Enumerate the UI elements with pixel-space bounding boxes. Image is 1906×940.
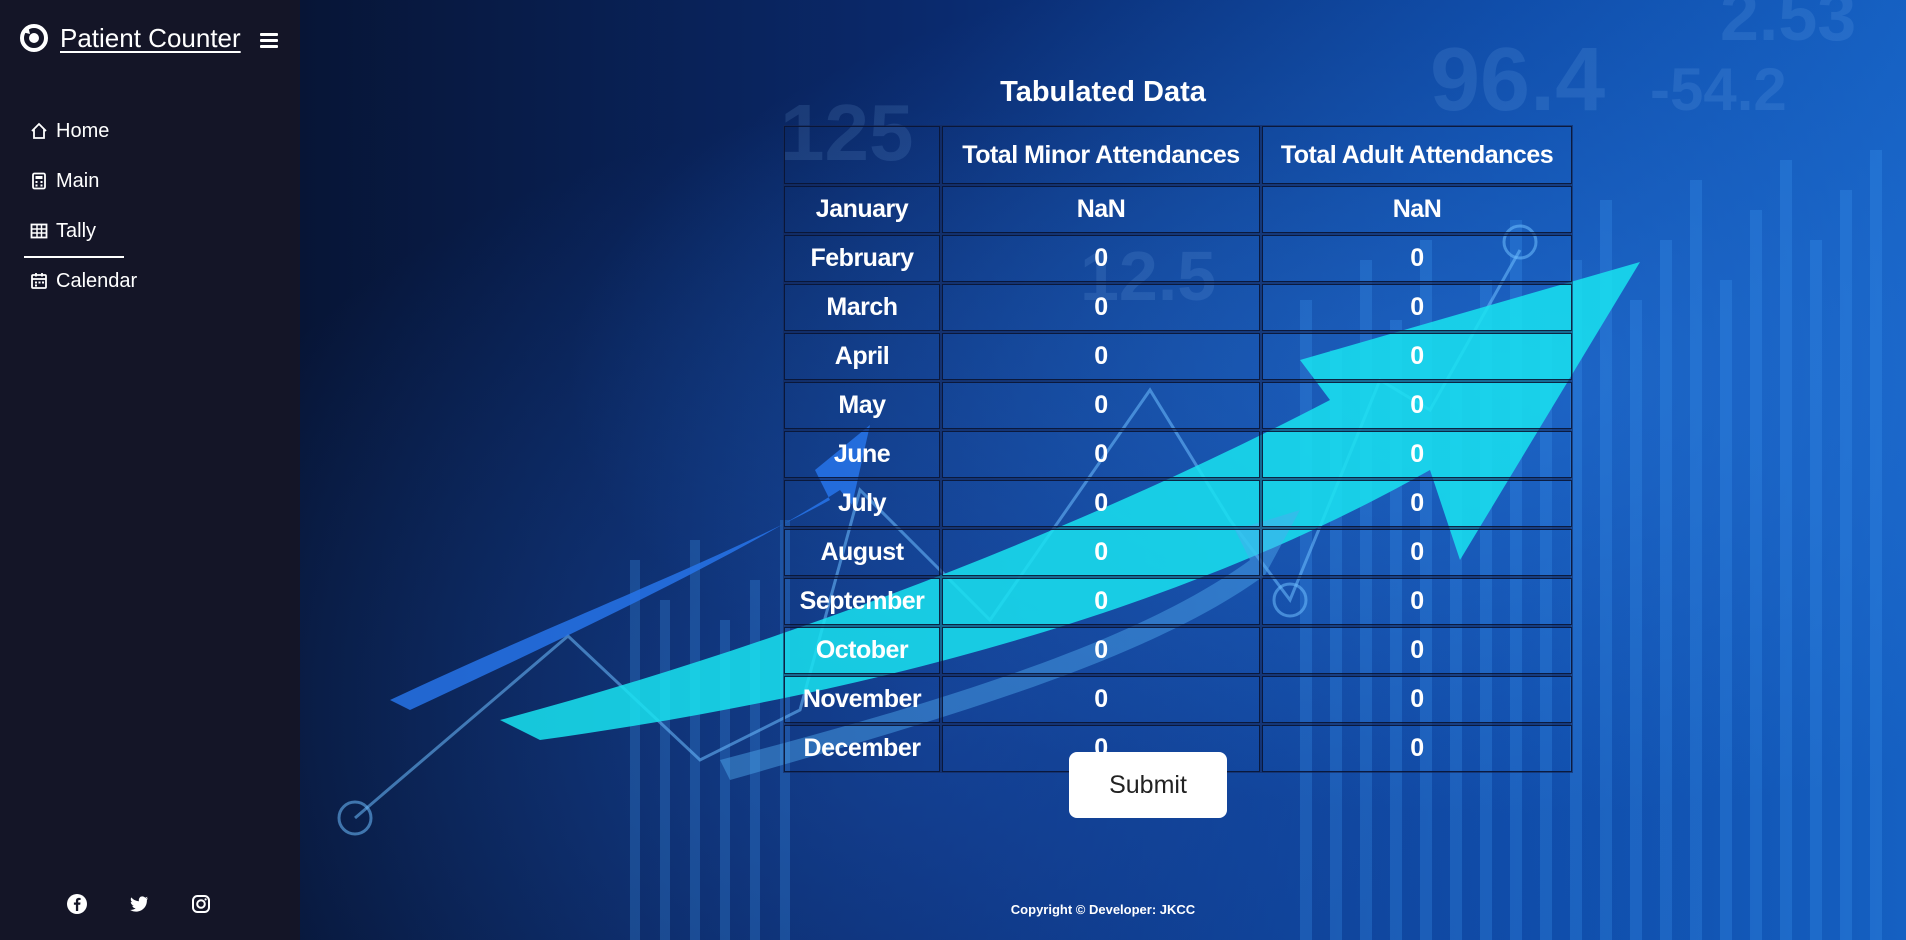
sidebar-item-main[interactable]: Main [30,156,270,206]
minor-cell: 0 [941,675,1261,724]
month-cell: May [783,381,941,430]
minor-cell: 0 [941,381,1261,430]
month-cell: February [783,234,941,283]
adult-cell: NaN [1261,185,1573,234]
sidebar-item-label: Calendar [56,269,138,292]
adult-cell: 0 [1261,332,1573,381]
sidebar-nav: Home Main Tally Calendar [24,106,270,306]
minor-cell: 0 [941,234,1261,283]
month-cell: September [783,577,941,626]
adult-cell: 0 [1261,675,1573,724]
sidebar-item-label: Main [56,169,100,192]
sidebar-item-home[interactable]: Home [30,106,270,156]
twitter-icon[interactable] [128,893,150,915]
minor-cell: 0 [941,577,1261,626]
sidebar-item-label: Tally [56,219,97,242]
table-row: July 0 0 [783,479,1573,528]
table-row: March 0 0 [783,283,1573,332]
minor-cell: 0 [941,430,1261,479]
adult-cell: 0 [1261,234,1573,283]
sidebar: Patient Counter Home Main Tally Calendar [0,0,300,940]
hamburger-menu-icon[interactable] [260,33,278,49]
table-row: June 0 0 [783,430,1573,479]
month-cell: January [783,185,941,234]
table-row: November 0 0 [783,675,1573,724]
month-cell: October [783,626,941,675]
adult-cell: 0 [1261,479,1573,528]
calculator-icon [32,172,46,190]
adult-cell: 0 [1261,626,1573,675]
minor-cell: 0 [941,626,1261,675]
adult-cell: 0 [1261,577,1573,626]
month-cell: June [783,430,941,479]
month-cell: December [783,724,941,773]
sidebar-item-calendar[interactable]: Calendar [30,256,270,306]
sidebar-item-tally[interactable]: Tally [24,206,270,258]
adult-cell: 0 [1261,430,1573,479]
sidebar-item-label: Home [56,119,110,142]
month-cell: July [783,479,941,528]
instagram-icon[interactable] [190,893,212,915]
table-row: January NaN NaN [783,185,1573,234]
adult-cell: 0 [1261,724,1573,773]
month-cell: April [783,332,941,381]
minor-cell: 0 [941,479,1261,528]
column-header-month [783,125,941,185]
table-row: May 0 0 [783,381,1573,430]
minor-cell: 0 [941,528,1261,577]
adult-cell: 0 [1261,528,1573,577]
adult-cell: 0 [1261,283,1573,332]
table-row: August 0 0 [783,528,1573,577]
social-links [66,893,212,915]
table-row: February 0 0 [783,234,1573,283]
minor-cell: NaN [941,185,1261,234]
brand[interactable]: Patient Counter [18,22,241,54]
calendar-icon [31,273,47,289]
facebook-icon[interactable] [66,893,88,915]
main-content: 96.4 -54.2 2.53 125 12.5 Tabulated Data … [300,0,1906,940]
adult-cell: 0 [1261,381,1573,430]
page-title: Tabulated Data [1000,76,1206,108]
table-header-row: Total Minor Attendances Total Adult Atte… [783,125,1573,185]
app-title[interactable]: Patient Counter [60,23,241,54]
column-header-minor: Total Minor Attendances [941,125,1261,185]
table-row: April 0 0 [783,332,1573,381]
logo-icon [20,24,48,52]
svg-text:2.53: 2.53 [1720,0,1856,55]
table-icon [30,223,48,239]
month-cell: August [783,528,941,577]
month-cell: March [783,283,941,332]
tally-table: Total Minor Attendances Total Adult Atte… [782,124,1574,774]
column-header-adult: Total Adult Attendances [1261,125,1573,185]
minor-cell: 0 [941,332,1261,381]
submit-button[interactable]: Submit [1069,752,1227,818]
home-icon [31,122,47,139]
table-row: October 0 0 [783,626,1573,675]
footer-copyright: Copyright © Developer: JKCC [1010,902,1196,917]
month-cell: November [783,675,941,724]
minor-cell: 0 [941,283,1261,332]
table-row: September 0 0 [783,577,1573,626]
